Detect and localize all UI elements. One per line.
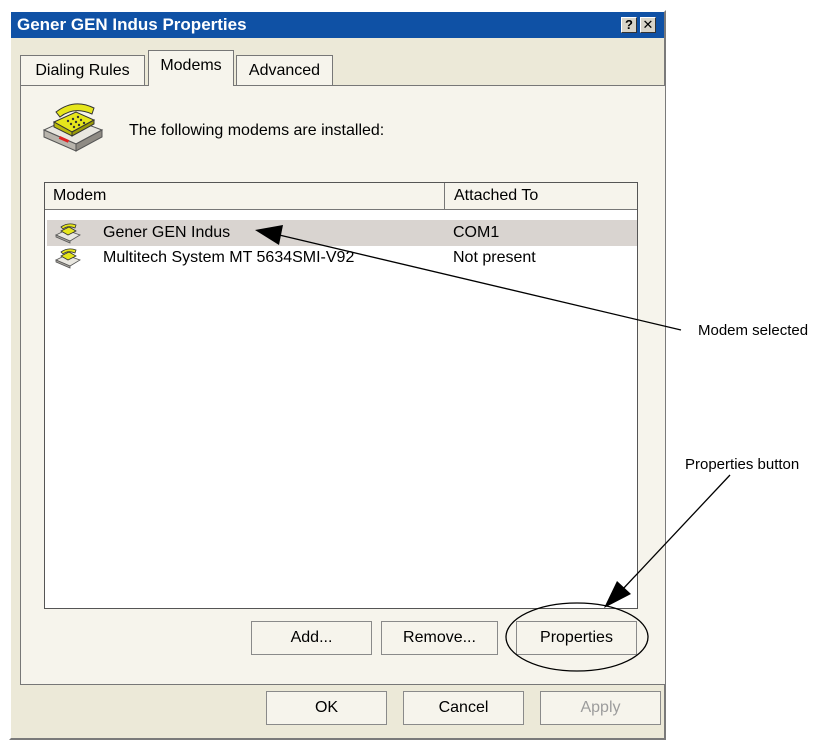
annotation-modem-selected: Modem selected: [698, 322, 809, 339]
intro-text: The following modems are installed:: [129, 122, 385, 139]
add-button[interactable]: Add...: [251, 621, 372, 655]
ok-button[interactable]: OK: [266, 691, 387, 725]
list-header: Modem Attached To: [45, 183, 637, 210]
help-button[interactable]: ?: [621, 17, 637, 33]
modem-icon: [55, 223, 81, 244]
modem-port: COM1: [453, 224, 500, 241]
modem-row-gener-gen-indus[interactable]: Gener GEN Indus COM1: [47, 220, 637, 246]
modem-name: Gener GEN Indus: [103, 224, 231, 241]
modem-list[interactable]: Modem Attached To Gener GEN Indus COM1 M…: [44, 182, 638, 609]
modem-row-multitech[interactable]: Multitech System MT 5634SMI-V92 Not pres…: [47, 245, 637, 271]
tab-dialing-rules[interactable]: Dialing Rules: [20, 55, 145, 85]
annotation-properties-button: Properties button: [685, 456, 800, 473]
tab-label: Advanced: [248, 62, 321, 79]
title-bar[interactable]: Gener GEN Indus Properties: [11, 12, 664, 38]
remove-button[interactable]: Remove...: [381, 621, 498, 655]
close-button[interactable]: ✕: [640, 17, 656, 33]
tab-label: Dialing Rules: [35, 62, 130, 79]
tab-advanced[interactable]: Advanced: [236, 55, 333, 85]
tab-modems[interactable]: Modems: [148, 50, 234, 86]
close-icon: ✕: [642, 17, 654, 32]
modem-port: Not present: [453, 249, 536, 266]
cancel-button[interactable]: Cancel: [403, 691, 524, 725]
window-title: Gener GEN Indus Properties: [17, 15, 247, 34]
tab-label: Modems: [160, 57, 222, 74]
column-header-modem[interactable]: Modem: [45, 183, 445, 209]
properties-button[interactable]: Properties: [516, 621, 637, 655]
apply-button: Apply: [540, 691, 661, 725]
modem-icon: [55, 248, 81, 269]
column-header-attached-to[interactable]: Attached To: [446, 183, 637, 209]
telephone-modem-icon: [42, 103, 104, 152]
modem-name: Multitech System MT 5634SMI-V92: [103, 249, 355, 266]
